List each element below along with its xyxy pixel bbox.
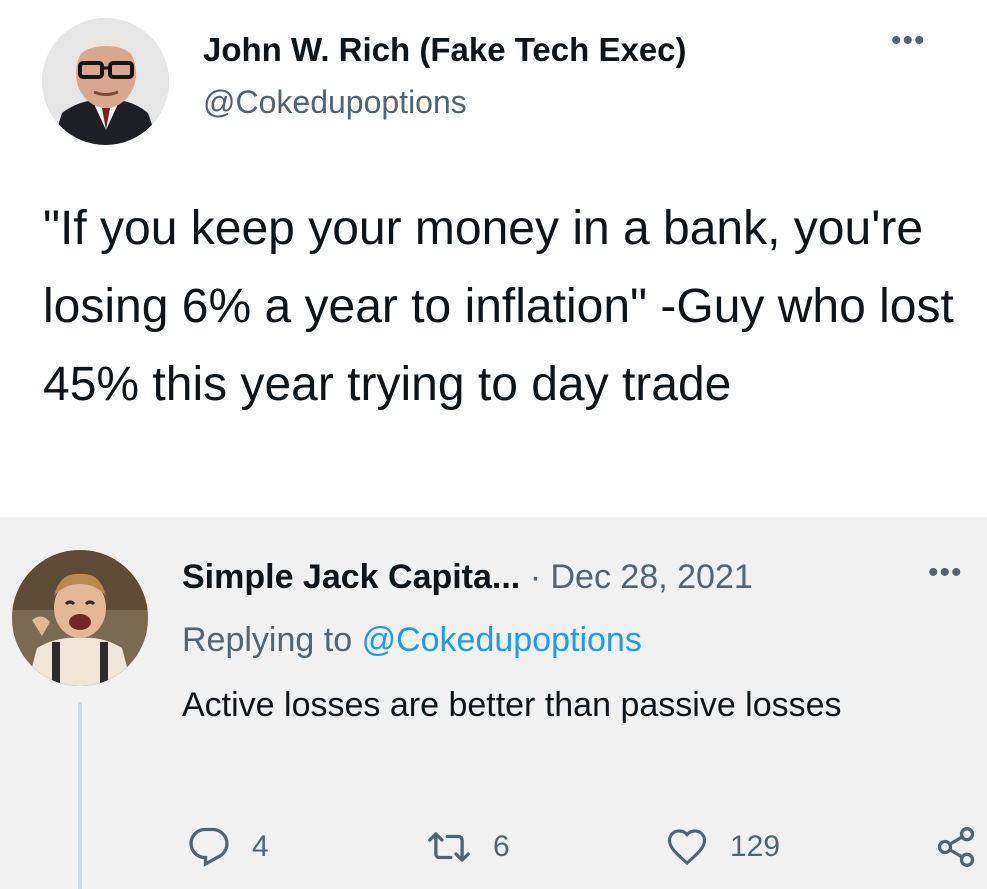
retweet-button[interactable]: 6 [427,825,510,869]
reply-date[interactable]: Dec 28, 2021 [551,558,753,596]
reply-author-avatar[interactable] [12,550,148,686]
reply-header: Simple Jack Capita... · Dec 28, 2021 [182,557,753,597]
share-button[interactable] [934,825,978,869]
reply-author-name[interactable]: Simple Jack Capita... [182,558,520,596]
retweet-icon [428,832,470,862]
main-author-avatar[interactable] [42,18,169,145]
like-count: 129 [730,830,781,863]
retweet-count: 6 [493,830,510,863]
main-tweet: John W. Rich (Fake Tech Exec) @Cokedupop… [0,0,987,517]
avatar-image [12,550,148,686]
avatar-image [42,18,169,145]
thread-line [78,702,82,889]
separator-dot: · [529,558,542,596]
reply-text: Active losses are better than passive lo… [182,686,842,724]
reply-button[interactable]: 4 [188,825,269,869]
replying-to-label: Replying to [182,621,353,659]
tweet-text: "If you keep your money in a bank, you'r… [43,202,954,411]
share-icon [937,827,975,867]
replying-to-handle[interactable]: @Cokedupoptions [362,621,642,659]
reply-count: 4 [252,830,269,863]
like-button[interactable]: 129 [666,825,780,869]
heart-icon [667,829,707,866]
more-options-icon[interactable]: ••• [891,26,926,56]
main-author-name[interactable]: John W. Rich (Fake Tech Exec) [203,31,687,69]
more-options-icon[interactable]: ••• [928,558,963,588]
main-author-handle[interactable]: @Cokedupoptions [203,84,467,121]
replying-to: Replying to @Cokedupoptions [182,620,642,660]
reply-icon [189,827,229,867]
